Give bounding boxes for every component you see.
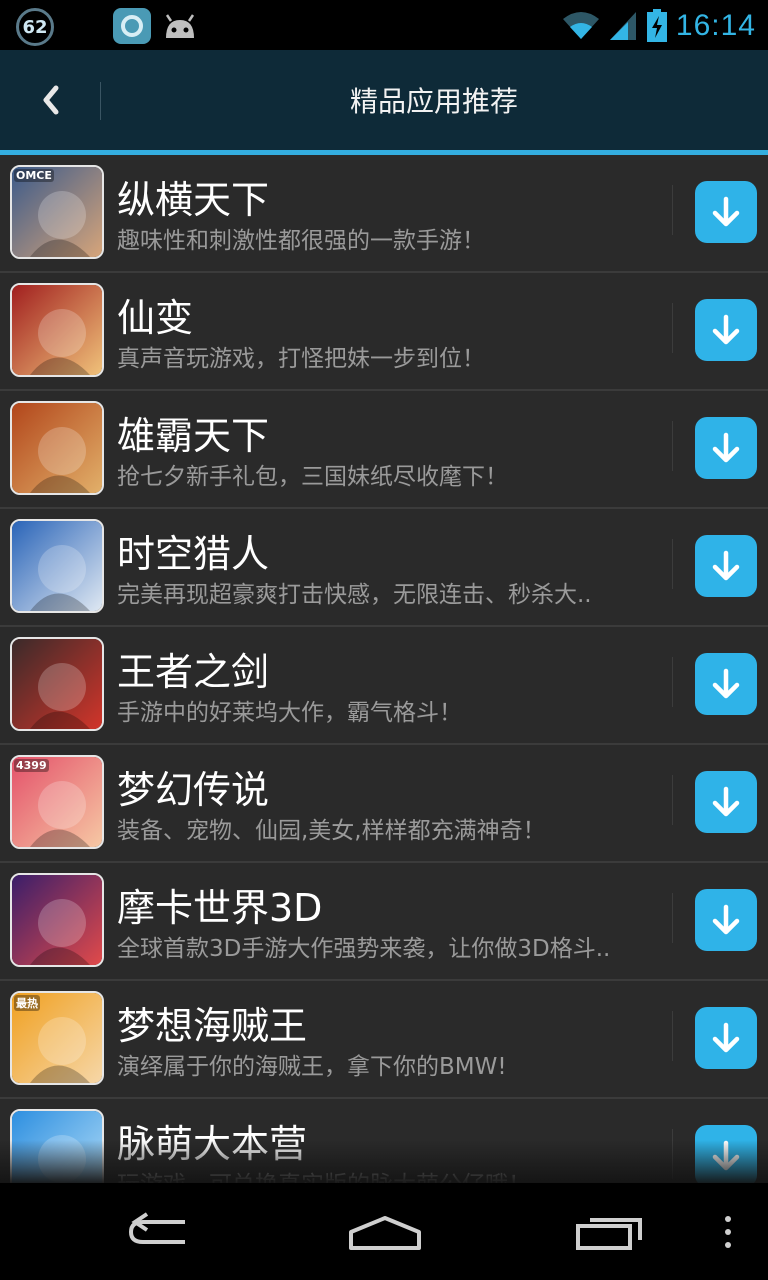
app-icon[interactable]: 最热 (10, 991, 104, 1085)
list-item[interactable]: 仙变 真声音玩游戏，打怪把妹一步到位！ (0, 273, 768, 391)
notification-count-badge: 62 (16, 8, 54, 46)
app-description: 玩游戏，可兑换真实版的脉大萌公仔哦！ (117, 1165, 667, 1183)
signal-icon (609, 12, 636, 40)
notification-count: 62 (22, 16, 48, 38)
app-name: 仙变 (117, 296, 194, 340)
app-description: 全球首款3D手游大作强势来袭，让你做3D格斗.. (117, 936, 611, 962)
download-arrow-icon (712, 550, 740, 581)
app-icon[interactable] (10, 873, 104, 967)
app-icon[interactable]: OMCE (10, 165, 104, 259)
navigation-bar (0, 1183, 768, 1280)
app-name: 雄霸天下 (117, 414, 270, 458)
app-description: 真声音玩游戏，打怪把妹一步到位！ (117, 346, 485, 372)
back-nav-button[interactable] (100, 1183, 220, 1280)
download-button[interactable] (695, 181, 757, 243)
app-description: 演绎属于你的海贼王，拿下你的BMW! (117, 1054, 507, 1080)
overflow-menu-icon (725, 1215, 731, 1248)
app-name: 梦幻传说 (117, 768, 270, 812)
app-name: 摩卡世界3D (117, 886, 323, 930)
wifi-icon (562, 12, 599, 39)
app-name: 脉萌大本营 (117, 1122, 308, 1166)
download-arrow-icon (712, 786, 740, 817)
back-nav-icon (128, 1211, 185, 1244)
list-item[interactable]: 王者之剑 手游中的好莱坞大作，霸气格斗！ (0, 627, 768, 745)
app-description: 趣味性和刺激性都很强的一款手游！ (117, 228, 485, 254)
download-button[interactable] (695, 417, 757, 479)
chat-app-icon (113, 8, 151, 44)
list-item[interactable]: 时空猎人 完美再现超豪爽打击快感，无限连击、秒杀大.. (0, 509, 768, 627)
home-nav-button[interactable] (325, 1183, 445, 1280)
page-title: 精品应用推荐 (349, 85, 518, 118)
item-divider (672, 657, 673, 707)
item-divider (672, 775, 673, 825)
download-arrow-icon (712, 432, 740, 463)
app-icon-badge: 4399 (14, 759, 49, 772)
list-item[interactable]: 4399 梦幻传说 装备、宠物、仙园,美女,样样都充满神奇！ (0, 745, 768, 863)
overflow-menu-button[interactable] (708, 1183, 748, 1280)
item-divider (672, 539, 673, 589)
download-arrow-icon (712, 1022, 740, 1053)
app-icon[interactable] (10, 637, 104, 731)
home-nav-icon (349, 1215, 421, 1250)
recent-apps-button[interactable] (550, 1183, 670, 1280)
download-button[interactable] (695, 299, 757, 361)
status-bar: 62 16:14 (0, 0, 768, 50)
list-item[interactable]: OMCE 纵横天下 趣味性和刺激性都很强的一款手游！ (0, 155, 768, 273)
app-description: 装备、宠物、仙园,美女,样样都充满神奇！ (117, 818, 546, 844)
download-arrow-icon (712, 196, 740, 227)
recent-apps-icon (576, 1217, 642, 1250)
app-list[interactable]: OMCE 纵横天下 趣味性和刺激性都很强的一款手游！ 仙变 真声音玩游戏，打怪把… (0, 155, 768, 1183)
download-arrow-icon (712, 904, 740, 935)
app-icon[interactable] (10, 519, 104, 613)
download-button[interactable] (695, 535, 757, 597)
item-divider (672, 303, 673, 353)
app-description: 手游中的好莱坞大作，霸气格斗！ (117, 700, 462, 726)
app-name: 时空猎人 (117, 532, 270, 576)
battery-charging-icon (646, 9, 667, 42)
item-divider (672, 185, 673, 235)
app-icon[interactable] (10, 283, 104, 377)
item-divider (672, 1011, 673, 1061)
list-item[interactable]: 脉萌大本营 玩游戏，可兑换真实版的脉大萌公仔哦！ (0, 1099, 768, 1183)
download-button[interactable] (695, 889, 757, 951)
back-button[interactable] (0, 50, 100, 150)
item-divider (672, 893, 673, 943)
download-button[interactable] (695, 1125, 757, 1183)
item-divider (672, 421, 673, 471)
android-icon (165, 14, 195, 38)
list-item[interactable]: 最热 梦想海贼王 演绎属于你的海贼王，拿下你的BMW! (0, 981, 768, 1099)
list-item[interactable]: 雄霸天下 抢七夕新手礼包，三国妹纸尽收麾下！ (0, 391, 768, 509)
app-name: 纵横天下 (117, 178, 270, 222)
download-button[interactable] (695, 771, 757, 833)
app-name: 王者之剑 (117, 650, 270, 694)
app-description: 抢七夕新手礼包，三国妹纸尽收麾下！ (117, 464, 508, 490)
download-button[interactable] (695, 1007, 757, 1069)
app-name: 梦想海贼王 (117, 1004, 308, 1048)
app-icon[interactable] (10, 401, 104, 495)
app-description: 完美再现超豪爽打击快感，无限连击、秒杀大.. (117, 582, 592, 608)
clock: 16:14 (675, 9, 756, 42)
download-arrow-icon (712, 668, 740, 699)
download-arrow-icon (712, 1140, 740, 1171)
download-arrow-icon (712, 314, 740, 345)
app-icon-badge: 最热 (14, 995, 40, 1011)
download-button[interactable] (695, 653, 757, 715)
app-icon-badge: OMCE (14, 169, 54, 182)
list-item[interactable]: 摩卡世界3D 全球首款3D手游大作强势来袭，让你做3D格斗.. (0, 863, 768, 981)
chevron-left-icon (43, 85, 59, 115)
app-icon[interactable]: 4399 (10, 755, 104, 849)
item-divider (672, 1129, 673, 1179)
app-icon[interactable] (10, 1109, 104, 1183)
